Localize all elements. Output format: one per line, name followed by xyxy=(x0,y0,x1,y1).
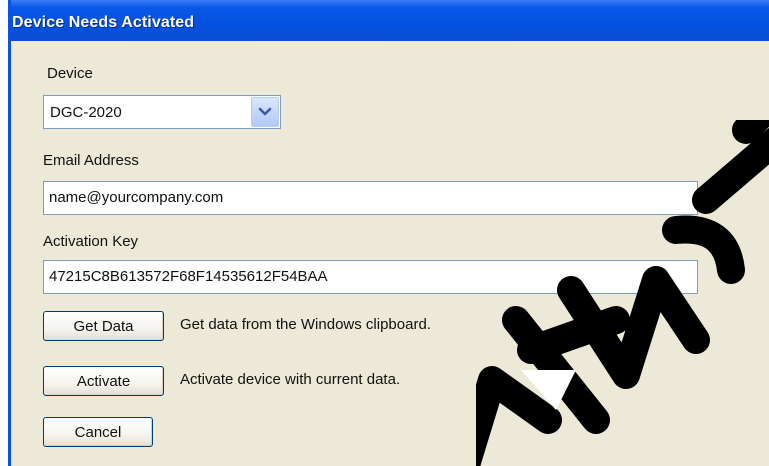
device-select-value: DGC-2020 xyxy=(50,104,122,121)
device-dropdown-button[interactable] xyxy=(251,97,279,127)
window-title: Device Needs Activated xyxy=(12,14,195,31)
activation-key-field-box[interactable] xyxy=(43,260,698,294)
title-bar[interactable]: Device Needs Activated xyxy=(8,0,769,41)
activate-description: Activate device with current data. xyxy=(180,371,401,388)
get-data-button[interactable]: Get Data xyxy=(43,311,164,341)
get-data-description: Get data from the Windows clipboard. xyxy=(180,316,431,333)
chevron-down-icon xyxy=(258,107,272,116)
email-field-box[interactable] xyxy=(43,181,698,215)
window-frame-left xyxy=(8,0,11,466)
activation-key-field[interactable] xyxy=(49,268,669,285)
device-label: Device xyxy=(47,65,93,82)
activation-dialog: Device Needs Activated Device DGC-2020 E… xyxy=(8,0,769,466)
email-label: Email Address xyxy=(43,152,139,169)
cancel-button[interactable]: Cancel xyxy=(43,417,153,447)
activation-key-label: Activation Key xyxy=(43,233,139,250)
activate-button[interactable]: Activate xyxy=(43,366,164,396)
device-select[interactable]: DGC-2020 xyxy=(43,95,281,129)
email-field[interactable] xyxy=(49,189,669,206)
